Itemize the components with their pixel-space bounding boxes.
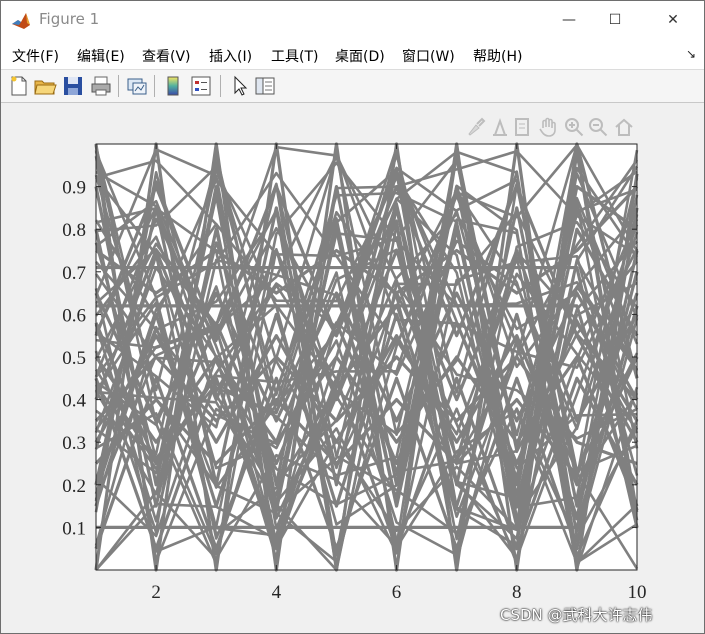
y-tick-label: 0.3 xyxy=(62,433,86,454)
y-tick-label: 0.4 xyxy=(62,391,86,412)
x-tick-label: 2 xyxy=(151,582,161,603)
x-tick-label: 10 xyxy=(628,582,647,603)
y-tick-label: 0.2 xyxy=(62,476,86,497)
x-tick-label: 4 xyxy=(272,582,282,603)
x-tick-label: 6 xyxy=(392,582,402,603)
plot-svg: 2 4 6 8 10 0.1 0.2 0.3 0.4 0.5 0.6 0.7 0.8 0.9 xyxy=(62,142,647,603)
watermark-text: CSDN @武科大许志伟 xyxy=(500,606,653,624)
figure-window: Figure 1 — ☐ ✕ 文件(F) 编辑(E) 查看(V) 插入(I) 工… xyxy=(0,0,705,634)
y-tick-label: 0.6 xyxy=(62,305,86,326)
y-tick-label: 0.5 xyxy=(62,348,86,369)
x-tick-label: 8 xyxy=(512,582,522,603)
y-tick-label: 0.9 xyxy=(62,178,86,199)
y-tick-label: 0.1 xyxy=(62,518,86,539)
y-tick-label: 0.7 xyxy=(62,263,86,284)
y-tick-label: 0.8 xyxy=(62,220,86,241)
